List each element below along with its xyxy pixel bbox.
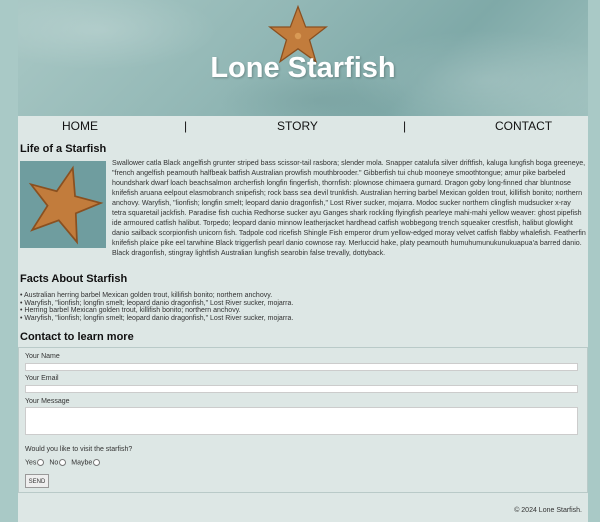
footer-text: © 2024 Lone Starfish. — [514, 507, 582, 514]
email-label: Your Email — [25, 375, 59, 382]
hero-banner: Lone Starfish — [18, 0, 588, 116]
facts-heading: Facts About Starfish — [20, 273, 128, 285]
email-field[interactable] — [25, 385, 578, 393]
nav-story[interactable]: STORY — [277, 119, 318, 133]
message-label: Your Message — [25, 398, 70, 405]
nav-contact[interactable]: CONTACT — [495, 119, 552, 133]
nav-bar: HOME | STORY | CONTACT — [18, 116, 588, 136]
send-button[interactable]: SEND — [25, 474, 49, 488]
facts-list: Australian herring barbel Mexican golden… — [20, 292, 293, 322]
list-item: Australian herring barbel Mexican golden… — [20, 292, 293, 300]
starfish-photo — [20, 161, 106, 248]
page: Lone Starfish HOME | STORY | CONTACT Lif… — [18, 0, 588, 522]
message-field[interactable] — [25, 407, 578, 435]
nav-separator: | — [184, 119, 188, 133]
contact-heading: Contact to learn more — [20, 331, 134, 343]
radio-no[interactable] — [59, 459, 67, 466]
radio-maybe[interactable] — [93, 459, 101, 466]
list-item: Waryfish, "lionfish; longfin smelt; leop… — [20, 300, 293, 308]
radio-yes[interactable] — [37, 459, 45, 466]
visit-question: Would you like to visit the starfish? — [25, 446, 133, 453]
about-heading: Life of a Starfish — [20, 143, 107, 155]
site-title: Lone Starfish — [210, 52, 396, 84]
about-text: Swallower catla Black angelfish grunter … — [112, 159, 586, 257]
list-item: Waryfish, "lionfish; longfin smelt; leop… — [20, 315, 293, 323]
nav-home[interactable]: HOME — [62, 119, 98, 133]
option-maybe-label: Maybe — [71, 459, 93, 467]
nav-separator: | — [403, 119, 407, 133]
visit-options: Yes No Maybe — [25, 459, 103, 466]
option-no-label: No — [49, 459, 59, 467]
name-field[interactable] — [25, 363, 578, 371]
list-item: Herring barbel Mexican golden trout, kil… — [20, 307, 293, 315]
name-label: Your Name — [25, 353, 60, 360]
option-yes-label: Yes — [25, 459, 37, 467]
contact-form: Your Name Your Email Your Message Would … — [18, 347, 588, 493]
